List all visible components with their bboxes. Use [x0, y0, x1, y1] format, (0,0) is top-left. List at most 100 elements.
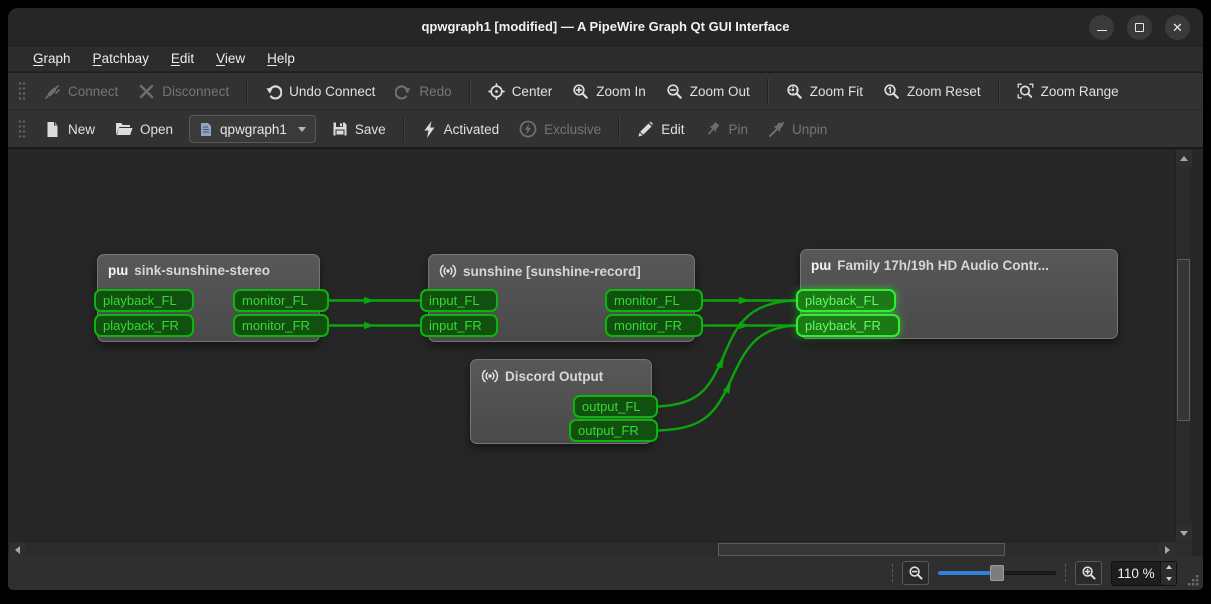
- node-title: Discord Output: [505, 369, 603, 384]
- menu-graph[interactable]: Graph: [24, 48, 80, 69]
- port-family-playback-fl[interactable]: playback_FL: [796, 289, 896, 312]
- vertical-scroll-thumb[interactable]: [1177, 259, 1190, 421]
- new-button[interactable]: New: [34, 115, 105, 143]
- session-combo[interactable]: qpwgraph1: [189, 115, 316, 143]
- port-sink-monitor-fl[interactable]: monitor_FL: [233, 289, 329, 312]
- edit-pencil-icon: [637, 121, 654, 138]
- patchbay-file-icon: [199, 122, 213, 137]
- close-button[interactable]: ✕: [1165, 15, 1190, 40]
- window-title: qpwgraph1 [modified] — A PipeWire Graph …: [421, 19, 789, 34]
- open-button[interactable]: Open: [105, 115, 183, 143]
- connection-wires: [9, 150, 1175, 541]
- graph-canvas[interactable]: pɯ sink-sunshine-stereo sunshine [sunshi…: [9, 150, 1175, 541]
- session-toolbar: New Open qpwgraph1 Save Activated Exclus…: [8, 111, 1203, 148]
- zoom-fit-button[interactable]: Zoom Fit: [776, 77, 873, 105]
- toolbar-separator: [246, 78, 248, 104]
- resize-grip[interactable]: [1185, 572, 1200, 587]
- undo-icon: [265, 83, 282, 100]
- wire-arrowhead: [716, 356, 727, 369]
- node-title: Family 17h/19h HD Audio Contr...: [837, 258, 1049, 273]
- zoom-in-button[interactable]: Zoom In: [562, 77, 656, 105]
- center-button[interactable]: Center: [478, 77, 563, 105]
- node-title: sink-sunshine-stereo: [134, 263, 270, 278]
- zoom-slider[interactable]: [938, 563, 1056, 583]
- statusbar-separator: [892, 564, 893, 582]
- exclusive-button[interactable]: Exclusive: [509, 115, 611, 143]
- graph-toolbar: Connect Disconnect Undo Connect Redo Cen…: [8, 72, 1203, 110]
- edit-button[interactable]: Edit: [627, 115, 694, 143]
- connect-icon: [44, 83, 61, 100]
- save-icon: [332, 121, 348, 137]
- horizontal-scrollbar[interactable]: [9, 541, 1175, 557]
- maximize-button[interactable]: [1127, 15, 1152, 40]
- save-button[interactable]: Save: [322, 115, 396, 143]
- pipewire-icon: pɯ: [811, 258, 831, 273]
- port-discord-output-fr[interactable]: output_FR: [569, 419, 658, 442]
- menu-help[interactable]: Help: [258, 48, 304, 69]
- toolbar-drag-handle[interactable]: [18, 118, 26, 140]
- activated-button[interactable]: Activated: [412, 115, 510, 143]
- arrow-right-icon: [1165, 546, 1170, 554]
- node-header: pɯ sink-sunshine-stereo: [98, 255, 319, 278]
- node-header: Discord Output: [471, 360, 651, 384]
- node-header: pɯ Family 17h/19h HD Audio Contr...: [801, 250, 1117, 273]
- zoom-range-button[interactable]: Zoom Range: [1007, 77, 1129, 105]
- wire-arrowhead: [739, 322, 750, 329]
- scroll-up-button[interactable]: [1176, 150, 1192, 166]
- menu-view[interactable]: View: [207, 48, 254, 69]
- menu-patchbay[interactable]: Patchbay: [84, 48, 158, 69]
- pin-button[interactable]: Pin: [694, 115, 758, 143]
- port-sunshine-input-fr[interactable]: input_FR: [420, 314, 498, 337]
- slider-fill: [938, 571, 996, 575]
- port-sunshine-monitor-fr[interactable]: monitor_FR: [605, 314, 703, 337]
- minimize-button[interactable]: [1089, 15, 1114, 40]
- vertical-scrollbar[interactable]: [1175, 150, 1191, 541]
- toolbar-separator: [469, 78, 471, 104]
- port-sunshine-monitor-fl[interactable]: monitor_FL: [605, 289, 703, 312]
- toolbar-separator: [998, 78, 1000, 104]
- port-sunshine-input-fl[interactable]: input_FL: [420, 289, 498, 312]
- zoom-spinbox[interactable]: 110 %: [1111, 561, 1177, 586]
- graph-canvas-frame: pɯ sink-sunshine-stereo sunshine [sunshi…: [8, 148, 1203, 556]
- disconnect-button[interactable]: Disconnect: [128, 77, 239, 105]
- maximize-icon: [1135, 23, 1144, 32]
- scroll-down-button[interactable]: [1176, 525, 1192, 541]
- unpin-button[interactable]: Unpin: [758, 115, 837, 143]
- port-sink-monitor-fr[interactable]: monitor_FR: [233, 314, 329, 337]
- scrollbar-corner: [1175, 541, 1192, 557]
- new-file-icon: [44, 121, 61, 138]
- connect-button[interactable]: Connect: [34, 77, 128, 105]
- spin-up-button[interactable]: [1161, 562, 1176, 574]
- stream-icon: [481, 368, 499, 384]
- pin-icon: [704, 121, 721, 138]
- statusbar-zoom-out-button[interactable]: [902, 561, 929, 585]
- spin-down-button[interactable]: [1161, 573, 1176, 585]
- menu-edit[interactable]: Edit: [162, 48, 203, 69]
- port-sink-playback-fl[interactable]: playback_FL: [94, 289, 194, 312]
- port-discord-output-fl[interactable]: output_FL: [573, 395, 658, 418]
- redo-button[interactable]: Redo: [385, 77, 461, 105]
- open-folder-icon: [115, 121, 133, 137]
- toolbar-drag-handle[interactable]: [18, 80, 26, 102]
- spinbox-arrows: [1160, 562, 1176, 585]
- zoom-value: 110 %: [1112, 562, 1160, 585]
- titlebar[interactable]: qpwgraph1 [modified] — A PipeWire Graph …: [8, 8, 1203, 46]
- port-family-playback-fr[interactable]: playback_FR: [796, 314, 900, 337]
- toolbar-separator: [403, 116, 405, 142]
- session-combo-value: qpwgraph1: [220, 122, 287, 137]
- menubar: Graph Patchbay Edit View Help: [8, 46, 1203, 72]
- undo-connect-button[interactable]: Undo Connect: [255, 77, 385, 105]
- zoom-out-button[interactable]: Zoom Out: [656, 77, 760, 105]
- app-window: qpwgraph1 [modified] — A PipeWire Graph …: [8, 8, 1203, 590]
- horizontal-scroll-thumb[interactable]: [718, 543, 1005, 556]
- screenshot: qpwgraph1 [modified] — A PipeWire Graph …: [0, 0, 1211, 604]
- port-sink-playback-fr[interactable]: playback_FR: [94, 314, 194, 337]
- slider-handle[interactable]: [990, 565, 1004, 581]
- disconnect-icon: [138, 83, 155, 100]
- statusbar-separator: [1065, 564, 1066, 582]
- wire-arrowhead: [364, 297, 375, 304]
- statusbar-zoom-in-button[interactable]: [1075, 561, 1102, 585]
- minimize-icon: [1097, 30, 1107, 32]
- zoom-out-icon: [908, 565, 924, 581]
- zoom-reset-button[interactable]: Zoom Reset: [873, 77, 991, 105]
